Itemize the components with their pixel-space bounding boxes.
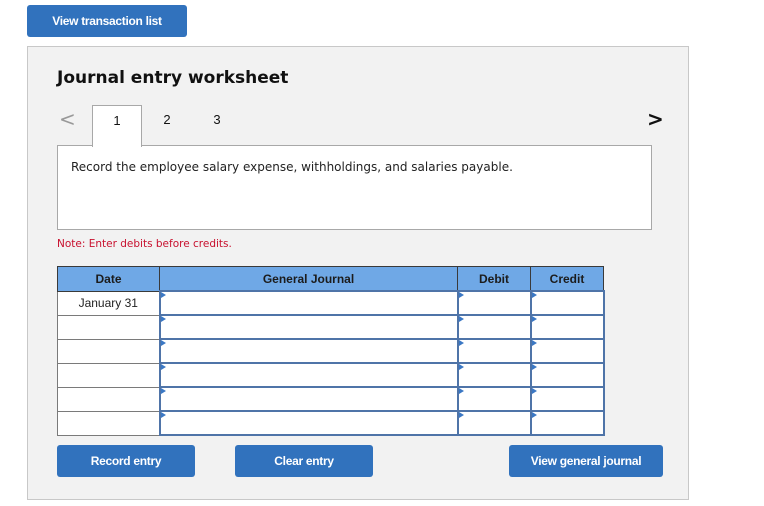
credit-input[interactable] bbox=[529, 338, 605, 364]
date-cell bbox=[57, 410, 160, 436]
table-row bbox=[57, 362, 605, 388]
debit-input[interactable] bbox=[456, 290, 532, 316]
date-cell: January 31 bbox=[57, 290, 160, 316]
worksheet-title: Journal entry worksheet bbox=[57, 68, 289, 88]
account-input[interactable] bbox=[158, 314, 459, 340]
date-cell bbox=[57, 314, 160, 340]
table-row bbox=[57, 338, 605, 364]
credit-input[interactable] bbox=[529, 386, 605, 412]
account-input[interactable] bbox=[158, 338, 459, 364]
table-row bbox=[57, 386, 605, 412]
debit-input[interactable] bbox=[456, 338, 532, 364]
date-cell bbox=[57, 338, 160, 364]
chevron-right-icon[interactable]: > bbox=[647, 107, 664, 131]
debit-input[interactable] bbox=[456, 362, 532, 388]
debit-input[interactable] bbox=[456, 386, 532, 412]
column-header-debit: Debit bbox=[457, 266, 531, 292]
tab-1[interactable]: 1 bbox=[92, 105, 142, 147]
table-row: January 31 bbox=[57, 290, 605, 316]
table-row bbox=[57, 410, 605, 436]
tab-2[interactable]: 2 bbox=[142, 105, 192, 146]
journal-entry-worksheet-panel: Journal entry worksheet < > 1 2 3 Record… bbox=[27, 46, 689, 500]
date-cell bbox=[57, 362, 160, 388]
credit-input[interactable] bbox=[529, 410, 605, 436]
date-cell bbox=[57, 386, 160, 412]
account-input[interactable] bbox=[158, 290, 459, 316]
account-input[interactable] bbox=[158, 362, 459, 388]
account-input[interactable] bbox=[158, 410, 459, 436]
view-general-journal-button[interactable]: View general journal bbox=[509, 445, 663, 477]
clear-entry-button[interactable]: Clear entry bbox=[235, 445, 373, 477]
table-header-row: Date General Journal Debit Credit bbox=[57, 266, 604, 292]
journal-table: Date General Journal Debit Credit Januar… bbox=[57, 266, 605, 436]
column-header-credit: Credit bbox=[530, 266, 604, 292]
chevron-left-icon[interactable]: < bbox=[59, 107, 76, 131]
credit-input[interactable] bbox=[529, 362, 605, 388]
transaction-description: Record the employee salary expense, with… bbox=[71, 160, 513, 174]
record-entry-button[interactable]: Record entry bbox=[57, 445, 195, 477]
credit-input[interactable] bbox=[529, 314, 605, 340]
debit-input[interactable] bbox=[456, 314, 532, 340]
view-transaction-list-button[interactable]: View transaction list bbox=[27, 5, 187, 37]
column-header-date: Date bbox=[57, 266, 160, 292]
debits-note: Note: Enter debits before credits. bbox=[57, 238, 232, 250]
column-header-general-journal: General Journal bbox=[159, 266, 458, 292]
transaction-description-box: Record the employee salary expense, with… bbox=[57, 145, 652, 230]
table-row bbox=[57, 314, 605, 340]
account-input[interactable] bbox=[158, 386, 459, 412]
credit-input[interactable] bbox=[529, 290, 605, 316]
debit-input[interactable] bbox=[456, 410, 532, 436]
tab-3[interactable]: 3 bbox=[192, 105, 242, 146]
